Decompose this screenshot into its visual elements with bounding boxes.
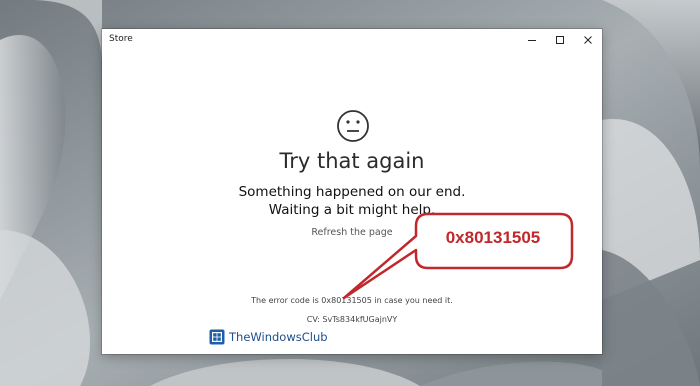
watermark: TheWindowsClub xyxy=(209,329,328,345)
neutral-face-icon xyxy=(337,110,369,142)
minimize-icon xyxy=(528,40,536,41)
callout-text: 0x80131505 xyxy=(445,228,541,247)
error-message: Something happened on our end. Waiting a… xyxy=(238,184,466,218)
error-heading: Try that again xyxy=(279,149,425,173)
maximize-button[interactable] xyxy=(546,29,574,51)
error-code-text: The error code is 0x80131505 in case you… xyxy=(251,296,453,305)
close-icon xyxy=(584,36,592,44)
minimize-button[interactable] xyxy=(518,29,546,51)
windowsclub-logo-icon xyxy=(209,329,225,345)
store-window: Store Try that again Something happened … xyxy=(102,29,602,354)
window-title: Store xyxy=(109,34,133,44)
close-button[interactable] xyxy=(574,29,602,51)
title-bar: Store xyxy=(102,29,602,51)
watermark-text: TheWindowsClub xyxy=(229,330,328,344)
maximize-icon xyxy=(556,36,564,44)
correlation-vector-text: CV: SvTs834kfUGajnVY xyxy=(306,315,398,324)
